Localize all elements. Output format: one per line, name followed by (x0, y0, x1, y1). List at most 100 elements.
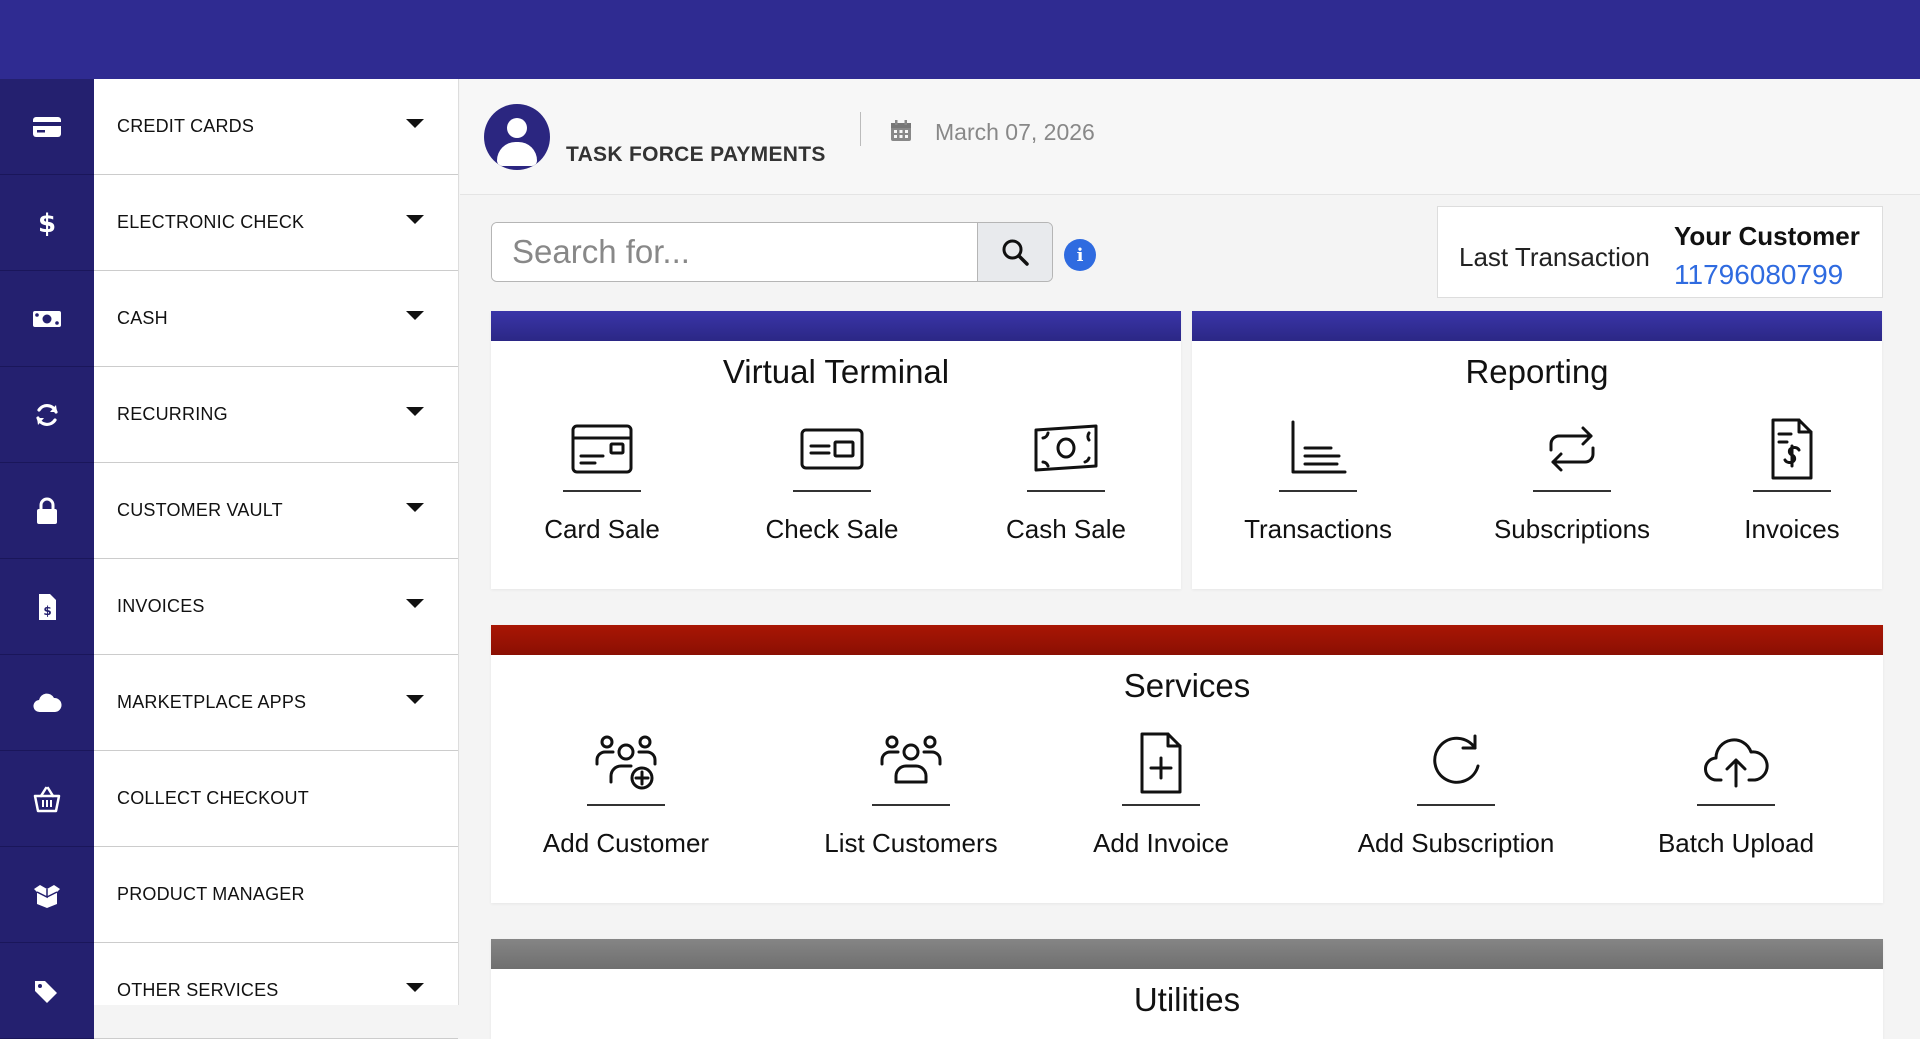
refresh-icon (1433, 734, 1480, 784)
card-header-band (491, 311, 1181, 341)
tags-icon (0, 943, 94, 1039)
transactions-tile[interactable]: Transactions (1244, 416, 1392, 545)
avatar[interactable] (484, 104, 550, 170)
caret-down-icon (406, 119, 424, 128)
sidebar-item-label: CUSTOMER VAULT (117, 500, 283, 520)
users-icon (880, 735, 942, 784)
add-customer-tile[interactable]: Add Customer (536, 730, 716, 859)
sidebar-item-marketplace-apps[interactable]: MARKETPLACE APPS (0, 655, 458, 751)
check-sale-tile[interactable]: Check Sale (761, 416, 903, 545)
card-sale-tile[interactable]: Card Sale (531, 416, 673, 545)
cash-icon (1034, 424, 1098, 472)
last-transaction-number[interactable]: 11796080799 (1674, 259, 1843, 291)
repeat-icon (1549, 426, 1595, 472)
search-box (491, 222, 1053, 282)
caret-down-icon (406, 695, 424, 704)
services-card: Services Add Customer List Customers Add… (491, 625, 1883, 903)
file-plus-icon (1140, 732, 1182, 794)
lock-icon (0, 463, 94, 559)
list-chart-icon (1291, 420, 1347, 474)
last-transaction-panel: Last Transaction Your Customer 117960807… (1437, 206, 1883, 298)
card-title: Services (1123, 667, 1251, 704)
search-button[interactable] (977, 223, 1052, 281)
invoices-tile[interactable]: Invoices (1727, 416, 1857, 545)
sync-icon (0, 367, 94, 463)
add-invoice-tile[interactable]: Add Invoice (1086, 730, 1236, 859)
last-transaction-customer: Your Customer (1674, 221, 1860, 251)
card-title: Virtual Terminal (722, 353, 950, 390)
main-content: TASK FORCE PAYMENTS March 07, 2026 i Las… (460, 79, 1920, 1039)
search-input[interactable] (492, 223, 977, 281)
card-title: Utilities (1133, 981, 1241, 1018)
card-title: Reporting (1465, 353, 1609, 390)
company-name: TASK FORCE PAYMENTS (566, 143, 826, 166)
svg-text:$: $ (43, 604, 51, 618)
add-subscription-tile[interactable]: Add Subscription (1346, 730, 1566, 859)
cloud-upload-icon (1704, 738, 1769, 788)
tile-label: Subscriptions (1493, 514, 1651, 544)
card-header-band (1192, 311, 1882, 341)
sidebar-item-label: CREDIT CARDS (117, 116, 255, 136)
sidebar-item-other-services[interactable]: OTHER SERVICES (0, 943, 458, 1039)
caret-down-icon (406, 503, 424, 512)
svg-text:$: $ (38, 209, 56, 238)
tile-label: Add Customer (542, 828, 710, 858)
sidebar-item-cash[interactable]: CASH (0, 271, 458, 367)
tile-label: Invoices (1744, 514, 1840, 544)
tile-label: Transactions (1244, 514, 1392, 544)
caret-down-icon (406, 599, 424, 608)
sidebar: CREDIT CARDS $ ELECTRONIC CHECK CASH REC… (0, 79, 459, 1039)
sidebar-item-label: ELECTRONIC CHECK (117, 212, 305, 232)
sidebar-item-label: PRODUCT MANAGER (117, 884, 305, 904)
calendar-icon (891, 120, 911, 141)
sidebar-item-customer-vault[interactable]: CUSTOMER VAULT (0, 463, 458, 559)
cloud-icon (0, 655, 94, 751)
credit-card-icon (0, 79, 94, 175)
check-icon (800, 428, 864, 470)
current-date: March 07, 2026 (935, 119, 1095, 145)
money-icon (0, 271, 94, 367)
sidebar-item-label: COLLECT CHECKOUT (117, 788, 309, 808)
card-icon (571, 424, 633, 474)
sidebar-item-recurring[interactable]: RECURRING (0, 367, 458, 463)
sidebar-item-label: MARKETPLACE APPS (117, 692, 307, 712)
card-header-band (491, 939, 1883, 969)
add-users-icon (595, 735, 657, 790)
batch-upload-tile[interactable]: Batch Upload (1651, 730, 1821, 859)
dollar-icon: $ (0, 175, 94, 271)
caret-down-icon (406, 983, 424, 992)
sidebar-item-label: OTHER SERVICES (117, 980, 279, 1000)
sidebar-item-label: INVOICES (117, 596, 205, 616)
box-icon (0, 847, 94, 943)
tile-label: Check Sale (765, 514, 899, 544)
sidebar-item-credit-cards[interactable]: CREDIT CARDS (0, 79, 458, 175)
tile-label: Cash Sale (1006, 514, 1126, 544)
subscriptions-tile[interactable]: Subscriptions (1492, 416, 1652, 545)
page-header: TASK FORCE PAYMENTS March 07, 2026 (460, 79, 1920, 195)
utilities-card: Utilities (491, 939, 1883, 1039)
tile-label: Batch Upload (1657, 828, 1815, 858)
caret-down-icon (406, 311, 424, 320)
invoice-icon: $ (0, 559, 94, 655)
tile-label: Card Sale (544, 514, 660, 544)
sidebar-item-invoices[interactable]: $ INVOICES (0, 559, 458, 655)
invoice-doc-icon (1771, 418, 1813, 480)
top-bar (0, 0, 1920, 79)
tile-label: Add Subscription (1357, 828, 1555, 858)
sidebar-item-electronic-check[interactable]: $ ELECTRONIC CHECK (0, 175, 458, 271)
caret-down-icon (406, 407, 424, 416)
sidebar-item-label: CASH (117, 308, 168, 328)
list-customers-tile[interactable]: List Customers (811, 730, 1011, 859)
search-icon (1002, 239, 1029, 266)
header-divider (860, 112, 861, 146)
cash-sale-tile[interactable]: Cash Sale (995, 416, 1137, 545)
sidebar-item-collect-checkout[interactable]: COLLECT CHECKOUT (0, 751, 458, 847)
sidebar-item-product-manager[interactable]: PRODUCT MANAGER (0, 847, 458, 943)
sidebar-item-label: RECURRING (117, 404, 228, 424)
info-icon[interactable]: i (1064, 239, 1096, 271)
tile-label: Add Invoice (1093, 828, 1229, 858)
last-transaction-label: Last Transaction (1459, 242, 1650, 272)
virtual-terminal-card: Virtual Terminal Card Sale Check Sale Ca… (491, 311, 1181, 589)
basket-icon (0, 751, 94, 847)
card-header-band (491, 625, 1883, 655)
